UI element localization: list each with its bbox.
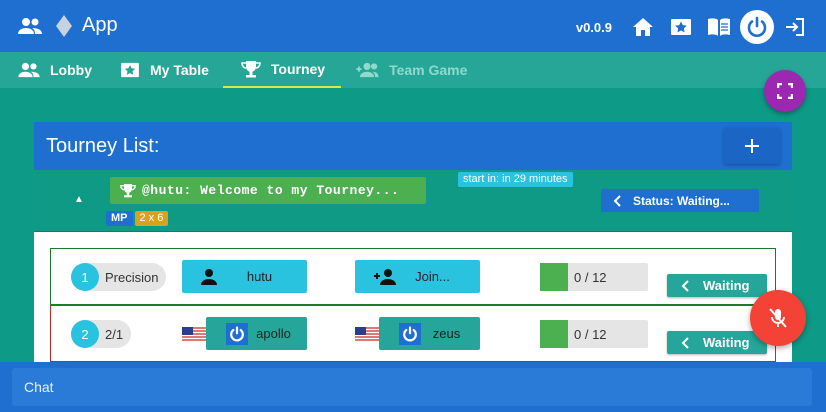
table-status: Waiting <box>703 278 750 293</box>
table-label-pill: 1 Precision <box>71 263 167 291</box>
us-flag-icon <box>182 327 206 343</box>
table-label: Precision <box>105 269 159 285</box>
star-ticket-icon <box>121 62 139 78</box>
player-seat-button[interactable]: hutu <box>182 260 307 293</box>
home-button[interactable] <box>626 11 660 43</box>
table-row: 2 2/1 apollo zeus 0 / 12 Waiting <box>50 305 776 362</box>
power-button[interactable] <box>740 10 774 44</box>
progress-fill <box>540 320 568 348</box>
plus-icon <box>745 139 759 153</box>
table-status-button[interactable]: Waiting <box>667 274 767 297</box>
player-seat-button[interactable]: zeus <box>379 317 480 350</box>
avatar <box>226 323 248 345</box>
trophy-icon <box>241 61 261 78</box>
person-add-icon <box>374 269 396 285</box>
tourney-name-button[interactable]: @hutu: Welcome to my Tourney... <box>110 177 426 204</box>
start-time-badge: start in: in 29 minutes <box>458 172 573 187</box>
power-icon <box>403 326 417 342</box>
fullscreen-icon <box>777 83 793 99</box>
app-title: App <box>82 14 118 36</box>
us-flag-icon <box>355 327 379 343</box>
chevron-left-icon <box>613 194 621 207</box>
progress-fill <box>540 263 568 291</box>
mp-badge: MP <box>106 211 133 226</box>
panel-header: Tourney List: <box>34 122 792 170</box>
avatar <box>399 323 421 345</box>
mic-toggle-button[interactable] <box>750 290 806 346</box>
table-progress: 0 / 12 <box>540 263 648 291</box>
chat-input[interactable] <box>12 368 812 406</box>
version-label: v0.0.9 <box>575 19 612 35</box>
table-status: Waiting <box>703 335 750 350</box>
trophy-icon <box>120 184 136 198</box>
table-status-button[interactable]: Waiting <box>667 331 767 354</box>
add-tourney-button[interactable] <box>724 128 780 164</box>
table-label-pill: 2 2/1 <box>71 320 132 348</box>
progress-text: 0 / 12 <box>574 269 607 285</box>
tab-lobby[interactable]: Lobby <box>4 52 106 88</box>
table-index: 1 <box>71 263 99 291</box>
group-add-icon <box>356 62 379 78</box>
player-name: apollo <box>256 326 291 341</box>
player-name: hutu <box>246 269 273 284</box>
panel-title: Tourney List: <box>46 134 160 157</box>
tourney-badges: MP 2 x 6 <box>106 211 170 226</box>
tab-label: Tourney <box>270 61 326 77</box>
table-progress: 0 / 12 <box>540 320 648 348</box>
tourney-name: @hutu: Welcome to my Tourney... <box>142 183 400 198</box>
progress-text: 0 / 12 <box>574 326 607 342</box>
power-icon <box>747 16 767 37</box>
collapse-caret-icon[interactable]: ▲ <box>74 194 84 205</box>
format-badge: 2 x 6 <box>134 211 169 226</box>
chat-bar <box>0 362 826 412</box>
fullscreen-button[interactable] <box>764 70 806 112</box>
people-icon <box>18 62 40 78</box>
people-icon <box>18 17 42 34</box>
table-row: 1 Precision hutu Join... 0 / 12 Waiting <box>50 248 776 305</box>
tourney-status-button[interactable]: Status: Waiting... <box>601 189 759 212</box>
tab-label: Team Game <box>389 62 468 78</box>
join-label: Join... <box>415 269 450 284</box>
chevron-left-icon <box>681 336 689 349</box>
tourney-list-panel: Tourney List: ▲ @hutu: Welcome to my Tou… <box>34 122 792 364</box>
person-icon <box>201 269 217 285</box>
star-ticket-icon <box>671 19 691 35</box>
logout-button[interactable] <box>778 11 812 43</box>
table-label: 2/1 <box>105 326 124 342</box>
app-logo: App <box>18 14 118 37</box>
chevron-left-icon <box>681 279 689 292</box>
tab-label: My Table <box>150 62 209 78</box>
tab-label: Lobby <box>50 62 92 78</box>
join-seat-button[interactable]: Join... <box>355 260 480 293</box>
rules-button[interactable] <box>702 11 736 43</box>
tourney-tables: 1 Precision hutu Join... 0 / 12 Waiting <box>34 232 792 364</box>
player-seat-button[interactable]: apollo <box>206 317 307 350</box>
tourney-status: Status: Waiting... <box>633 193 730 208</box>
tab-my-table[interactable]: My Table <box>106 52 223 88</box>
tourney-summary: ▲ @hutu: Welcome to my Tourney... start … <box>34 170 792 232</box>
tab-team-game[interactable]: Team Game <box>341 52 481 88</box>
mic-off-icon <box>769 308 787 328</box>
table-index: 2 <box>71 320 99 348</box>
my-tickets-button[interactable] <box>664 11 698 43</box>
diamond-icon <box>56 14 72 37</box>
book-icon <box>708 18 730 36</box>
main-tabs: Lobby My Table Tourney Team Game <box>0 52 826 88</box>
player-name: zeus <box>432 326 461 341</box>
logout-icon <box>786 18 804 36</box>
app-bar: App v0.0.9 <box>0 0 826 52</box>
tab-tourney[interactable]: Tourney <box>222 52 342 88</box>
power-icon <box>230 326 244 342</box>
home-icon <box>633 18 653 36</box>
